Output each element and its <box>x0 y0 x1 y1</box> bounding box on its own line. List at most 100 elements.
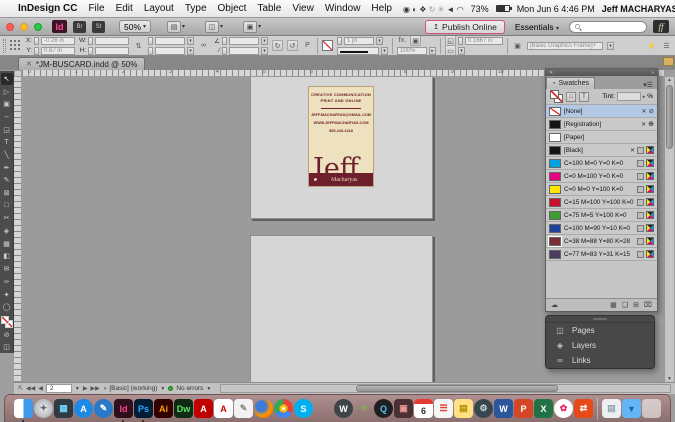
dock-photoshop[interactable]: Ps <box>134 399 153 418</box>
dock-indesign[interactable]: Id <box>114 399 133 418</box>
horizontal-scrollbar[interactable] <box>220 384 671 393</box>
swatch-row[interactable]: C=0 M=100 Y=0 K=0 <box>546 170 657 183</box>
dock-trash[interactable] <box>642 399 661 418</box>
h-field[interactable] <box>95 47 129 55</box>
swatch-row[interactable]: [Registration]✕⊕ <box>546 118 657 131</box>
notification-bell-icon[interactable]: ◉ <box>403 5 412 14</box>
next-page-button[interactable]: ▶ <box>83 385 88 392</box>
constrain-dimensions-icon[interactable]: ⇅ <box>133 40 144 51</box>
stroke-weight-dropdown[interactable]: ▾ <box>376 37 383 45</box>
business-card-front[interactable]: CREATIVE COMMUNICATION PRINT AND ONLINE … <box>308 86 374 187</box>
publish-online-button[interactable]: ↥ Publish Online <box>425 20 505 34</box>
menu-object[interactable]: Object <box>218 3 247 14</box>
airplay-icon[interactable]: ✳ <box>438 5 447 14</box>
menu-table[interactable]: Table <box>257 3 281 14</box>
minimize-window-button[interactable] <box>20 23 28 31</box>
dock-sync-arrows-app[interactable]: ⇄ <box>574 399 593 418</box>
menu-bar-user[interactable]: Jeff MACHARYAS <box>602 4 675 14</box>
preflight-profile[interactable]: [Basic] (working) <box>109 385 157 392</box>
corner-shape-dropdown[interactable]: ▭ <box>445 45 456 56</box>
bridge-icon[interactable]: Br <box>73 21 86 33</box>
dock-word[interactable]: W <box>494 399 513 418</box>
content-collector-tool[interactable]: ◲ <box>1 124 13 136</box>
line-tool[interactable]: ╲ <box>1 149 13 161</box>
zoom-level-dropdown[interactable]: 50%▾ <box>119 20 151 33</box>
zoom-tool[interactable]: ◯ <box>1 301 13 313</box>
panel-close-icon[interactable]: ✕ <box>549 70 553 76</box>
x-stepper[interactable] <box>34 37 39 45</box>
volume-icon[interactable]: ◄ <box>447 5 457 14</box>
y-stepper[interactable] <box>34 47 39 55</box>
menu-edit[interactable]: Edit <box>116 3 133 14</box>
opacity-field[interactable]: 100% <box>397 47 427 55</box>
dock-acrobat-pro[interactable]: A <box>214 399 233 418</box>
swatch-row[interactable]: [Paper] <box>546 131 657 144</box>
scale-y-stepper[interactable] <box>148 47 153 55</box>
scale-y-field[interactable] <box>155 47 185 55</box>
sync-icon[interactable]: ↻ <box>429 5 438 14</box>
swatch-row[interactable]: C=100 M=0 Y=0 K=0 <box>546 157 657 170</box>
note-tool[interactable]: ✉ <box>1 263 13 275</box>
y-field[interactable]: 0.67 in <box>41 47 75 55</box>
shear-dropdown[interactable]: ▾ <box>261 47 268 55</box>
stock-icon[interactable]: St <box>92 21 105 33</box>
dock-quicktime[interactable]: Q <box>374 399 393 418</box>
wifi-icon[interactable]: ◠ <box>457 5 464 14</box>
dock-illustrator[interactable]: Ai <box>154 399 173 418</box>
dock-finder[interactable] <box>14 399 33 418</box>
quick-apply-icon[interactable]: ⚡ <box>646 40 657 51</box>
panel-collapse-icon[interactable]: » <box>651 70 654 76</box>
dropbox-icon[interactable]: ❖ <box>419 5 428 14</box>
dock-launchpad[interactable]: ✦ <box>34 399 53 418</box>
dock-app-store[interactable]: A <box>74 399 93 418</box>
ruler-origin[interactable] <box>14 70 22 77</box>
preflight-dropdown-caret[interactable]: ▼ <box>160 386 165 392</box>
object-style-dropdown[interactable]: [Basic Graphics Frame]+ <box>527 42 603 50</box>
reference-point-proxy[interactable] <box>10 40 21 51</box>
eyedropper-tool[interactable]: ✑ <box>1 276 13 288</box>
vertical-scroll-thumb[interactable] <box>666 85 673 149</box>
selection-tool[interactable]: ↖ <box>1 73 13 85</box>
scale-x-stepper[interactable] <box>148 37 153 45</box>
screen-mode-button[interactable]: ◫ <box>1 341 13 353</box>
gradient-feather-tool[interactable]: ◧ <box>1 251 13 263</box>
rotate-ccw-button[interactable]: ↺ <box>287 40 298 51</box>
rotation-dropdown[interactable]: ▾ <box>261 37 268 45</box>
prev-page-button[interactable]: ◀ <box>38 385 43 392</box>
workspace-switcher[interactable]: Essentials ▾ <box>515 22 559 32</box>
fill-swatch[interactable] <box>1 316 9 324</box>
document-tab[interactable]: ✕ *JM-BUSCARD.indd @ 50% <box>18 57 145 70</box>
layers-panel-button[interactable]: ◈Layers <box>546 338 654 353</box>
menu-type[interactable]: Type <box>185 3 207 14</box>
dock-acrobat-reader[interactable]: A <box>194 399 213 418</box>
dock-photos[interactable]: ✿ <box>554 399 573 418</box>
panel-grip[interactable] <box>3 39 6 53</box>
fill-stroke-proxy[interactable] <box>550 90 563 103</box>
pages-panel-button[interactable]: ◫Pages <box>546 323 654 338</box>
swatch-views-icon[interactable]: ▦ <box>610 301 617 309</box>
swatch-row[interactable]: C=100 M=90 Y=10 K=0 <box>546 222 657 235</box>
gap-tool[interactable]: ↔ <box>1 111 13 123</box>
vertical-ruler[interactable] <box>14 77 22 382</box>
constrain-scale-link-icon[interactable]: ∞ <box>198 40 209 51</box>
tint-dropdown-caret[interactable]: ▸ <box>643 94 646 100</box>
stroke-weight-field[interactable]: 1 pt <box>344 37 374 45</box>
delete-swatch-icon[interactable]: ⌧ <box>644 301 652 309</box>
swatch-row[interactable]: C=75 M=5 Y=100 K=0 <box>546 209 657 222</box>
stroke-type-caret[interactable]: ▾ <box>381 47 388 55</box>
swatch-row[interactable]: C=0 M=0 Y=100 K=0 <box>546 183 657 196</box>
swatches-panel-menu-icon[interactable]: ▾☰ <box>639 81 657 89</box>
h-stepper[interactable] <box>88 47 93 55</box>
rectangle-frame-tool[interactable]: ⊠ <box>1 187 13 199</box>
stock-search-field[interactable] <box>569 21 647 33</box>
menu-indesign-cc[interactable]: InDesign CC <box>18 3 77 14</box>
close-tab-icon[interactable]: ✕ <box>26 60 32 68</box>
dock-powerpoint[interactable]: P <box>514 399 533 418</box>
tint-field[interactable] <box>617 92 641 101</box>
errors-dropdown-caret[interactable]: ▼ <box>206 386 211 392</box>
page-2[interactable]: “Creative yes, but requires excellent an… <box>250 235 433 382</box>
dock-green-circle-app[interactable] <box>314 399 333 418</box>
shear-stepper[interactable] <box>222 47 227 55</box>
object-style-caret[interactable]: ▾ <box>607 42 614 50</box>
dock-system-preferences[interactable]: ⚙ <box>474 399 493 418</box>
